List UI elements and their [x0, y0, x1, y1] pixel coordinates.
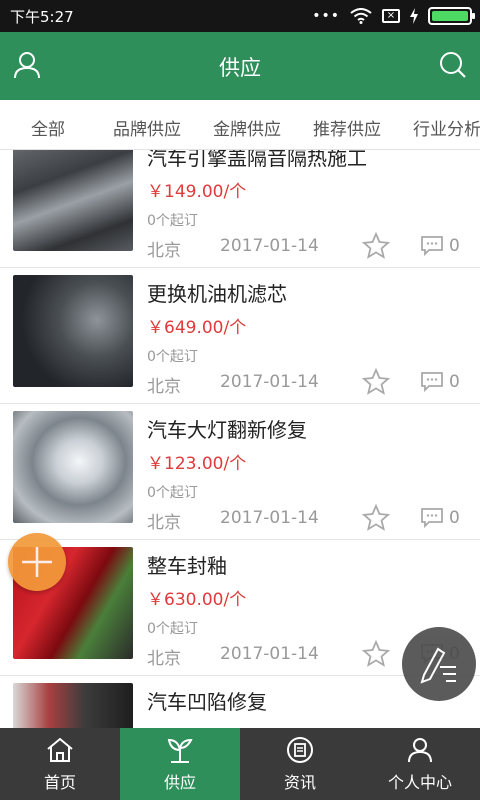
- tab-industry-analysis[interactable]: 行业分析: [413, 115, 480, 140]
- nav-profile[interactable]: 个人中心: [360, 728, 480, 800]
- add-button[interactable]: [8, 533, 66, 591]
- product-city: 北京: [147, 513, 181, 533]
- star-icon[interactable]: [362, 504, 390, 532]
- product-thumbnail: [13, 150, 133, 251]
- publish-button[interactable]: [402, 627, 476, 701]
- news-icon: [287, 737, 313, 763]
- list-item[interactable]: 汽车引擎盖隔音隔热施工 ￥149.00/个 0个起订 北京 2017-01-14…: [0, 150, 480, 268]
- home-icon: [47, 737, 73, 762]
- product-name: 汽车大灯翻新修复: [147, 418, 307, 442]
- product-price: ￥149.00/个: [147, 182, 247, 202]
- comment-count: 0: [449, 508, 460, 528]
- min-order: 0个起订: [147, 621, 198, 637]
- no-sim-icon: ×: [382, 9, 400, 23]
- app-header: 供应: [0, 32, 480, 100]
- product-name: 更换机油机滤芯: [147, 282, 287, 306]
- nav-supply-label: 供应: [163, 773, 196, 792]
- plant-icon: [167, 738, 193, 763]
- nav-news[interactable]: 资讯: [240, 728, 360, 800]
- comment-icon[interactable]: [420, 507, 444, 529]
- min-order: 0个起订: [147, 485, 198, 501]
- nav-supply[interactable]: 供应: [120, 728, 240, 800]
- search-icon[interactable]: [438, 50, 468, 80]
- bottom-nav: 首页 供应 资讯 个人中心: [0, 728, 480, 800]
- list-item[interactable]: 更换机油机滤芯 ￥649.00/个 0个起订 北京 2017-01-14 0: [0, 268, 480, 404]
- battery-icon: [428, 7, 475, 25]
- product-city: 北京: [147, 241, 181, 261]
- product-date: 2017-01-14: [220, 236, 319, 256]
- nav-news-label: 资讯: [283, 773, 316, 792]
- nav-profile-label: 个人中心: [387, 773, 452, 792]
- product-thumbnail: [13, 275, 133, 387]
- product-price: ￥649.00/个: [147, 318, 247, 338]
- product-thumbnail: [13, 683, 133, 728]
- tab-all[interactable]: 全部: [31, 115, 65, 140]
- product-price: ￥630.00/个: [147, 590, 247, 610]
- tab-brand-supply[interactable]: 品牌供应: [113, 115, 181, 140]
- more-dots-icon: •••: [312, 8, 340, 24]
- tab-recommended-supply[interactable]: 推荐供应: [313, 115, 381, 140]
- comment-count: 0: [449, 236, 460, 256]
- comment-icon[interactable]: [420, 371, 444, 393]
- status-icons: ••• ×: [312, 6, 475, 26]
- edit-icon: [420, 647, 456, 684]
- profile-icon: [408, 738, 432, 763]
- list-item[interactable]: 汽车大灯翻新修复 ￥123.00/个 0个起订 北京 2017-01-14 0: [0, 404, 480, 540]
- product-date: 2017-01-14: [220, 508, 319, 528]
- charging-icon: [410, 8, 418, 24]
- star-icon[interactable]: [362, 640, 390, 668]
- product-city: 北京: [147, 377, 181, 397]
- category-tabs: 全部 品牌供应 金牌供应 推荐供应 行业分析: [0, 100, 480, 150]
- nav-home-label: 首页: [43, 773, 76, 792]
- page-title: 供应: [219, 56, 261, 80]
- status-time: 下午5:27: [10, 8, 74, 26]
- star-icon[interactable]: [362, 368, 390, 396]
- status-bar: 下午5:27 ••• ×: [0, 0, 480, 32]
- tab-gold-supply[interactable]: 金牌供应: [213, 115, 281, 140]
- product-thumbnail: [13, 411, 133, 523]
- min-order: 0个起订: [147, 213, 198, 229]
- min-order: 0个起订: [147, 349, 198, 365]
- product-name: 汽车引擎盖隔音隔热施工: [147, 150, 367, 170]
- product-date: 2017-01-14: [220, 644, 319, 664]
- plus-icon: [22, 547, 52, 577]
- product-name: 汽车凹陷修复: [147, 690, 267, 714]
- wifi-icon: [350, 8, 372, 24]
- comment-icon[interactable]: [420, 235, 444, 257]
- comment-count: 0: [449, 372, 460, 392]
- product-name: 整车封釉: [147, 554, 227, 578]
- nav-home[interactable]: 首页: [0, 728, 120, 800]
- star-icon[interactable]: [362, 232, 390, 260]
- product-price: ￥123.00/个: [147, 454, 247, 474]
- product-date: 2017-01-14: [220, 372, 319, 392]
- product-city: 北京: [147, 649, 181, 669]
